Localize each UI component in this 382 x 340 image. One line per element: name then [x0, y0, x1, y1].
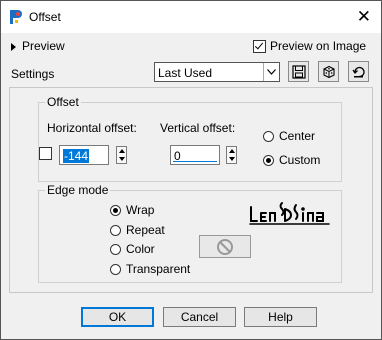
radio-button[interactable] [110, 224, 121, 236]
vertical-offset-stepper[interactable] [226, 146, 237, 164]
horizontal-offset-value: -144 [63, 149, 90, 163]
radio-label: Color [126, 242, 155, 256]
settings-selected-value: Last Used [158, 66, 213, 80]
cancel-button[interactable]: Cancel [163, 307, 236, 327]
radio-label: Center [279, 129, 316, 143]
vertical-offset-label: Vertical offset: [160, 121, 236, 135]
dialog-window: Offset ✕ Preview Preview on Image Settin… [0, 0, 382, 340]
radio-color[interactable]: Color [110, 242, 155, 256]
radio-transparent[interactable]: Transparent [110, 262, 190, 276]
expand-triangle-icon [11, 42, 16, 51]
watermark-signature-logo [249, 202, 330, 225]
radio-label: Repeat [126, 223, 165, 237]
radio-label: Custom [279, 153, 321, 167]
focus-underline [173, 161, 217, 162]
edge-color-swatch[interactable] [199, 235, 251, 258]
horizontal-offset-stepper[interactable] [116, 146, 127, 164]
settings-label: Settings [11, 67, 55, 81]
radio-repeat[interactable]: Repeat [110, 223, 165, 237]
radio-center[interactable]: Center [263, 129, 315, 143]
preview-on-image-checkbox[interactable]: Preview on Image [253, 37, 366, 55]
cancel-button-label: Cancel [180, 310, 219, 324]
radio-wrap[interactable]: Wrap [110, 203, 154, 217]
chevron-down-icon[interactable] [263, 63, 279, 81]
radio-label: Transparent [126, 262, 191, 276]
vertical-offset-input[interactable]: 0 [170, 145, 220, 165]
preview-label: Preview [22, 39, 65, 53]
radio-button[interactable] [263, 154, 274, 166]
help-button-label: Help [268, 310, 293, 324]
floppy-disk-icon [291, 64, 306, 79]
radio-button[interactable] [110, 263, 121, 275]
radio-label: Wrap [126, 203, 155, 217]
link-checkbox[interactable] [39, 147, 52, 160]
horizontal-offset-input[interactable]: -144 [59, 145, 109, 165]
ok-button[interactable]: OK [81, 307, 154, 327]
app-logo-icon [10, 10, 22, 24]
radio-button[interactable] [110, 204, 121, 216]
preview-expander[interactable]: Preview [11, 37, 65, 55]
edge-mode-group-label: Edge mode [45, 183, 111, 197]
ok-button-label: OK [108, 310, 127, 324]
title-bar: Offset ✕ [1, 1, 381, 33]
close-icon[interactable]: ✕ [357, 7, 371, 27]
checkbox-box[interactable] [253, 39, 266, 53]
radio-custom[interactable]: Custom [263, 153, 320, 167]
settings-dropdown[interactable]: Last Used [154, 62, 280, 82]
randomize-button[interactable] [318, 61, 339, 82]
horizontal-offset-label: Horizontal offset: [47, 121, 137, 135]
disabled-icon [217, 238, 233, 255]
preview-on-image-label: Preview on Image [270, 39, 367, 53]
dice-icon [322, 65, 335, 78]
radio-button[interactable] [110, 243, 121, 255]
radio-button[interactable] [263, 130, 274, 142]
reset-button[interactable] [348, 61, 369, 82]
help-button[interactable]: Help [244, 307, 317, 327]
offset-group-label: Offset [45, 95, 81, 109]
reset-icon [351, 66, 365, 77]
save-preset-button[interactable] [288, 61, 309, 82]
window-title: Offset [29, 10, 61, 24]
